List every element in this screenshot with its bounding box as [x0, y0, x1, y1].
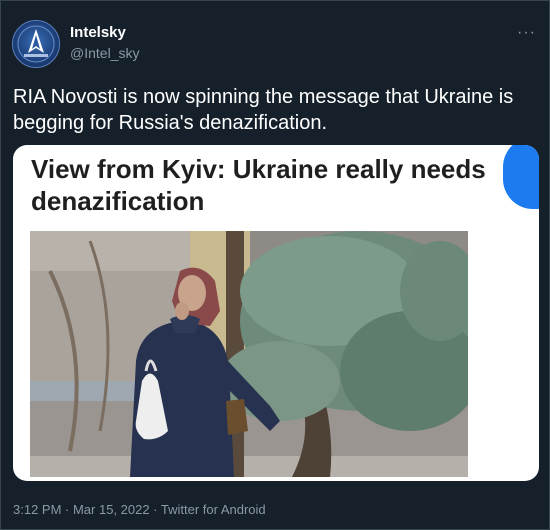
avatar[interactable]	[12, 20, 60, 68]
news-photo[interactable]	[30, 231, 468, 477]
more-options-icon[interactable]: ···	[517, 24, 536, 42]
tweet-media[interactable]: View from Kyiv: Ukraine really needs den…	[13, 145, 539, 481]
tweet-timestamp[interactable]: 3:12 PM · Mar 15, 2022 · Twitter for And…	[13, 502, 266, 517]
tweet-text: RIA Novosti is now spinning the message …	[13, 86, 514, 134]
photo-illustration	[30, 231, 468, 477]
intelsky-logo-icon	[17, 25, 55, 63]
media-accent-shape	[503, 145, 539, 209]
tweet-header: Intelsky @Intel_sky ···	[12, 12, 538, 72]
author-name[interactable]: Intelsky	[70, 24, 126, 41]
author-handle[interactable]: @Intel_sky	[70, 45, 139, 61]
media-headline: View from Kyiv: Ukraine really needs den…	[31, 154, 486, 216]
